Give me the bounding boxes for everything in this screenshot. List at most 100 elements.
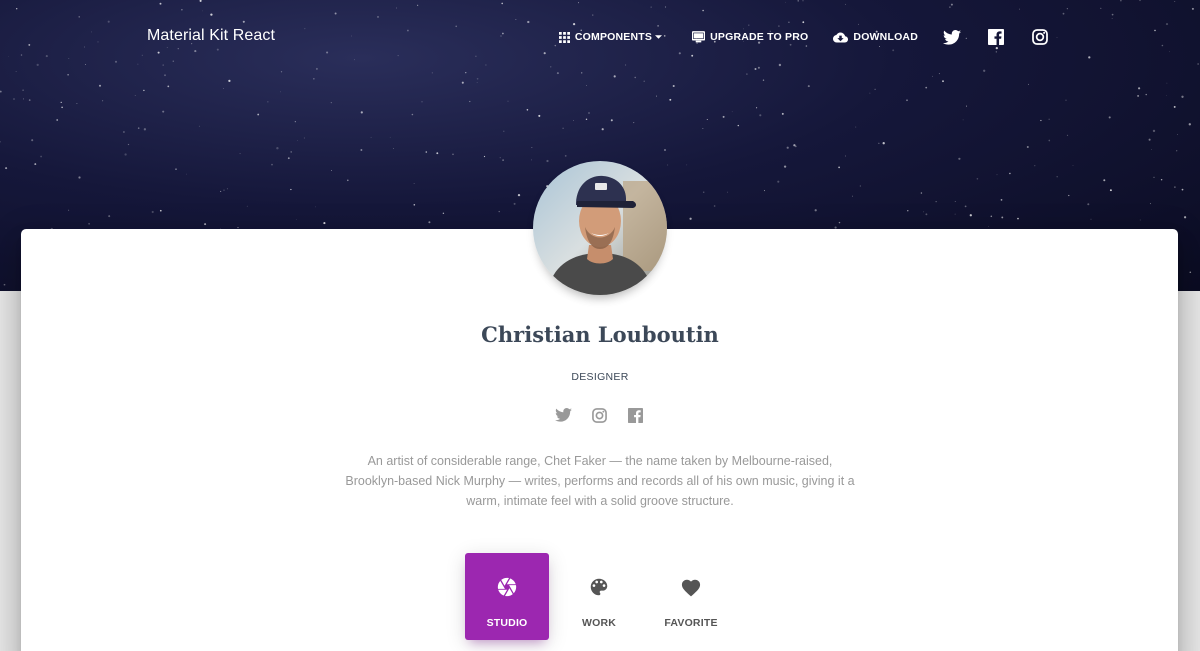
nav-upgrade-link[interactable]: UPGRADE TO PRO (692, 26, 808, 48)
star (562, 127, 564, 129)
star (1048, 139, 1051, 142)
star (925, 213, 928, 216)
star (706, 118, 708, 121)
star (413, 183, 415, 184)
star (162, 110, 165, 113)
star (159, 209, 162, 212)
star (1183, 216, 1187, 219)
star (526, 109, 529, 111)
star (990, 215, 993, 218)
star (737, 124, 740, 127)
star (686, 164, 688, 166)
apps-grid-icon (558, 31, 570, 43)
star (290, 151, 293, 153)
star (667, 164, 669, 166)
nav-download-link[interactable]: DOWNLOAD (833, 26, 918, 48)
star (814, 209, 817, 212)
star (127, 143, 130, 146)
star (507, 100, 509, 102)
navbar: Material Kit React COMPONENTS UPGRADE TO… (0, 0, 1200, 76)
instagram-icon (591, 407, 607, 423)
star (1166, 95, 1168, 96)
nav-instagram-button[interactable] (1030, 26, 1050, 48)
star (874, 88, 876, 90)
star (0, 90, 2, 93)
star (664, 149, 666, 151)
star (1009, 172, 1011, 175)
star (964, 205, 967, 208)
tab-favorite[interactable]: FAVORITE (649, 553, 733, 640)
star (198, 125, 200, 127)
star (1040, 119, 1042, 122)
star (393, 148, 394, 149)
brand-logo-text[interactable]: Material Kit React (147, 27, 275, 45)
star (370, 136, 372, 138)
star (1145, 93, 1147, 96)
tab-work[interactable]: WORK (557, 553, 641, 640)
star (531, 147, 533, 148)
star (878, 142, 880, 144)
star (78, 176, 81, 179)
star (98, 84, 102, 87)
nav-components-link[interactable]: COMPONENTS (558, 26, 667, 48)
star (906, 99, 908, 102)
star (958, 157, 961, 160)
profile-instagram-button[interactable] (589, 406, 609, 424)
star (538, 114, 541, 117)
star (303, 137, 305, 139)
star (932, 75, 933, 77)
caret-down-icon (655, 35, 663, 39)
star (786, 146, 789, 149)
star (237, 227, 239, 229)
star (601, 128, 604, 131)
star (421, 101, 423, 103)
star (988, 225, 989, 227)
profile-role: DESIGNER (571, 371, 629, 383)
profile-twitter-button[interactable] (553, 406, 573, 424)
star (1153, 176, 1155, 178)
star (869, 92, 871, 94)
star (838, 166, 840, 169)
star (60, 101, 62, 104)
star (634, 76, 636, 79)
star (143, 128, 147, 131)
star (226, 188, 228, 190)
star (5, 167, 8, 170)
star (1072, 165, 1074, 166)
star (1028, 83, 1029, 85)
star (246, 205, 248, 207)
star (279, 91, 281, 93)
star (907, 210, 909, 212)
star (689, 217, 692, 220)
avatar (533, 161, 667, 295)
star (88, 222, 90, 225)
star (702, 191, 705, 194)
star (294, 121, 296, 123)
star (1188, 123, 1191, 126)
star (925, 86, 928, 89)
nav-facebook-button[interactable] (986, 26, 1006, 48)
star (68, 209, 70, 211)
nav-twitter-button[interactable] (942, 26, 962, 48)
star (976, 178, 979, 180)
star (498, 210, 500, 213)
star (838, 221, 841, 224)
profile-bio: An artist of considerable range, Chet Fa… (345, 454, 855, 508)
star (702, 128, 704, 129)
star (297, 140, 298, 141)
facebook-icon (988, 29, 1004, 45)
profile-facebook-button[interactable] (625, 406, 645, 424)
star (855, 126, 857, 128)
tab-favorite-label: FAVORITE (664, 617, 718, 629)
star (713, 205, 716, 207)
star (1139, 219, 1141, 221)
star (204, 223, 207, 226)
nav-upgrade-label: UPGRADE TO PRO (710, 31, 809, 43)
star (643, 80, 645, 82)
twitter-icon (554, 408, 572, 422)
tab-studio[interactable]: STUDIO (465, 553, 549, 640)
star (1048, 118, 1050, 120)
star (1103, 179, 1106, 182)
monitor-icon (692, 31, 706, 43)
star (1137, 94, 1140, 97)
